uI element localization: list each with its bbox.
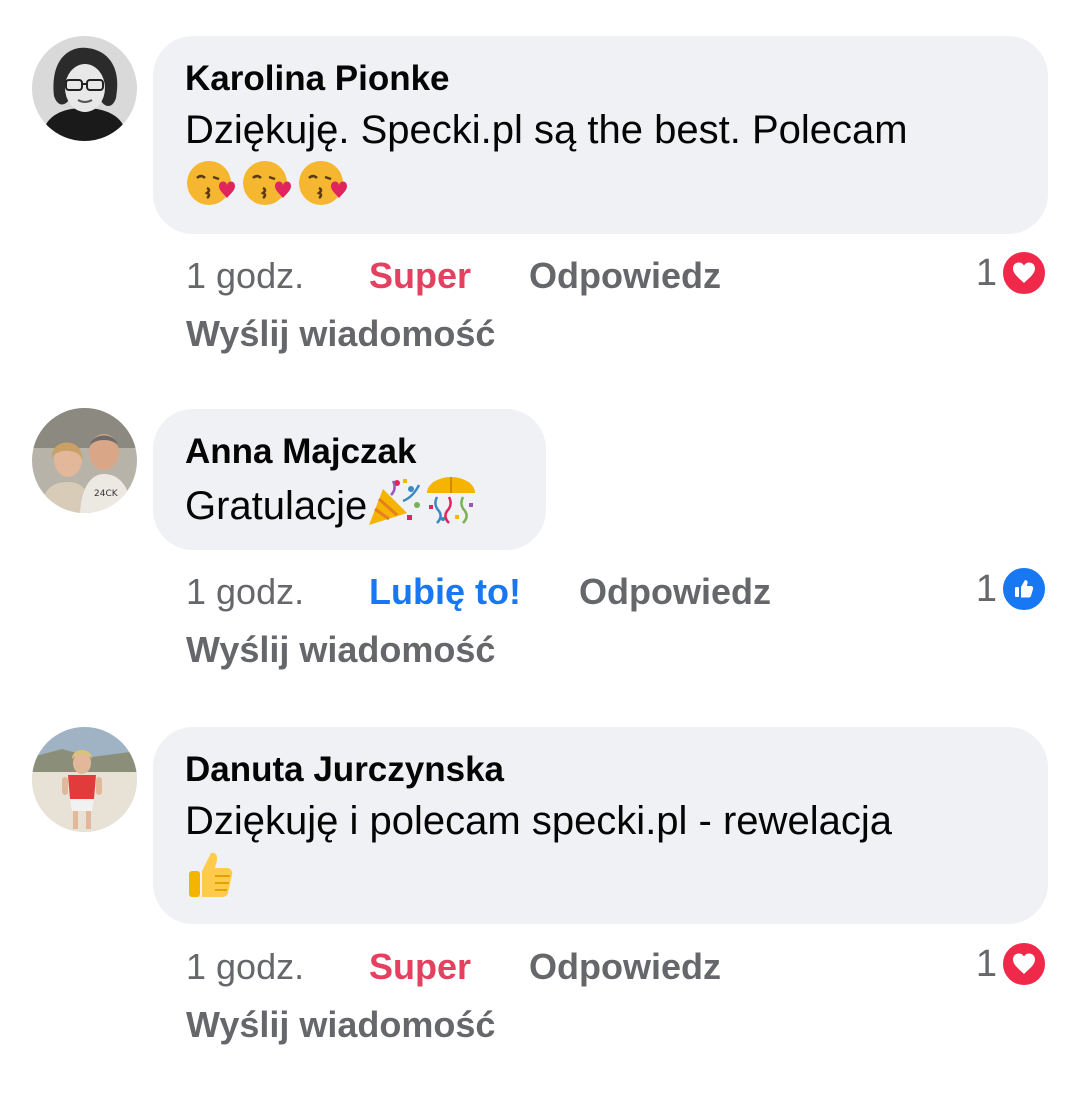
thumbs-up-emoji-icon	[185, 849, 235, 916]
comment-author[interactable]: Karolina Pionke	[185, 58, 1016, 100]
thumbs-up-icon	[1001, 566, 1047, 612]
svg-text:24CK: 24CK	[94, 489, 119, 499]
heart-icon	[1001, 250, 1047, 296]
comment-author[interactable]: Anna Majczak	[185, 431, 514, 473]
reaction-count: 1	[975, 567, 997, 610]
reaction-button[interactable]: Super	[369, 254, 529, 298]
confetti-ball-emoji-icon	[423, 475, 479, 542]
reply-button[interactable]: Odpowiedz	[579, 570, 771, 614]
comment-text-line: Gratulacje	[185, 484, 368, 529]
send-message-button[interactable]: Wyślij wiadomość	[186, 312, 495, 356]
comment-text-line: Dziękuję i polecam specki.pl - rewelacja	[185, 799, 892, 843]
comment-text-line: Dziękuję. Specki.pl są the best. Polecam	[185, 108, 908, 152]
reply-button[interactable]: Odpowiedz	[529, 254, 721, 298]
comment-text: Dziękuję i polecam specki.pl - rewelacja	[185, 793, 1016, 916]
comment-text: Dziękuję. Specki.pl są the best. Polecam	[185, 102, 1016, 223]
kissing-heart-emoji-icon	[241, 158, 297, 223]
kissing-heart-emoji-icon	[185, 158, 241, 223]
comment-actions: 1 godz. Super Odpowiedz Wyślij wiadomość	[186, 945, 721, 1045]
comment-timestamp[interactable]: 1 godz.	[186, 945, 369, 989]
reaction-count: 1	[975, 251, 997, 294]
reaction-button[interactable]: Super	[369, 945, 529, 989]
reaction-summary[interactable]: 1	[976, 566, 1047, 612]
comment-timestamp[interactable]: 1 godz.	[186, 570, 369, 614]
kissing-heart-emoji-icon	[297, 158, 353, 223]
reaction-button[interactable]: Lubię to!	[369, 570, 579, 614]
reaction-count: 1	[975, 942, 997, 985]
reaction-summary[interactable]: 1	[976, 250, 1047, 296]
avatar[interactable]: 24CK	[32, 408, 137, 513]
party-popper-emoji-icon	[367, 475, 423, 542]
comment-author[interactable]: Danuta Jurczynska	[185, 749, 1016, 791]
comment-text: Gratulacje	[185, 475, 514, 542]
comment-bubble[interactable]: Karolina Pionke Dziękuję. Specki.pl są t…	[153, 36, 1048, 234]
comment-bubble[interactable]: Danuta Jurczynska Dziękuję i polecam spe…	[153, 727, 1048, 924]
comment-actions: 1 godz. Lubię to! Odpowiedz Wyślij wiadomo…	[186, 570, 771, 670]
comment-timestamp[interactable]: 1 godz.	[186, 254, 369, 298]
avatar[interactable]	[32, 727, 137, 832]
send-message-button[interactable]: Wyślij wiadomość	[186, 628, 495, 672]
avatar[interactable]	[32, 36, 137, 141]
comment-actions: 1 godz. Super Odpowiedz Wyślij wiadomość	[186, 254, 721, 354]
reply-button[interactable]: Odpowiedz	[529, 945, 721, 989]
reaction-summary[interactable]: 1	[976, 941, 1047, 987]
send-message-button[interactable]: Wyślij wiadomość	[186, 1003, 495, 1047]
heart-icon	[1001, 941, 1047, 987]
comment-bubble[interactable]: Anna Majczak Gratulacje	[153, 409, 546, 550]
